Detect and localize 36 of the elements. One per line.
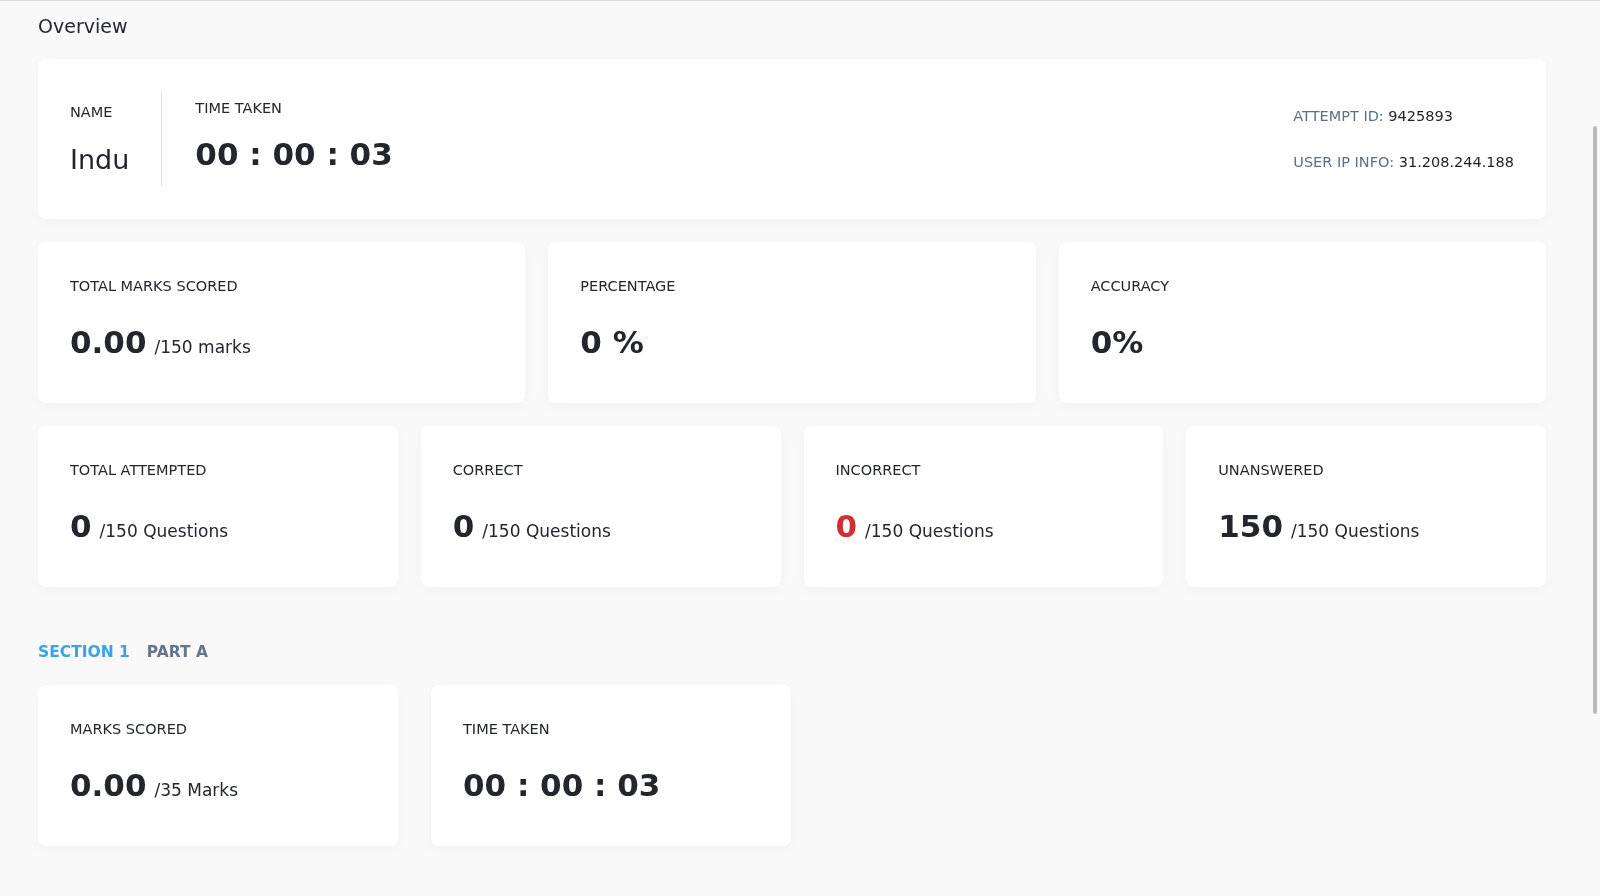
stat-label: TOTAL MARKS SCORED (70, 278, 239, 294)
stat-unit: /150 Questions (865, 521, 994, 541)
stat-unit: /150 Questions (99, 521, 229, 541)
stat-value: 0 % (580, 324, 644, 360)
stat-label: UNANSWERED (1218, 462, 1325, 478)
stat-value: 0% (1090, 324, 1144, 360)
ip-value: 31.208.244.188 (1398, 154, 1514, 170)
stat-label: MARKS SCORED (70, 721, 188, 737)
stat-value: 0 (835, 508, 858, 544)
stat-value: 0.00 (70, 324, 147, 360)
ip-label: USER IP INFO: (1293, 154, 1395, 170)
attempt-id-label: ATTEMPT ID: (1293, 108, 1384, 124)
stat-value: 0 (70, 508, 92, 544)
section-tab[interactable]: PART A (146, 643, 208, 661)
stat-label: PERCENTAGE (580, 278, 677, 294)
stat-label: INCORRECT (835, 462, 922, 478)
stat-value: 00 : 00 : 03 (463, 767, 661, 803)
user-name: Indu (70, 143, 130, 175)
stat-value: 150 (1218, 508, 1283, 544)
name-label: NAME (70, 103, 114, 120)
scrollbar[interactable] (1593, 126, 1597, 714)
stat-unit: /150 Questions (482, 521, 611, 541)
stat-label: TIME TAKEN (463, 721, 551, 737)
stat-label: TOTAL ATTEMPTED (70, 462, 208, 478)
attempt-id-value: 9425893 (1388, 108, 1453, 124)
stat-unit: /150 marks (154, 337, 251, 357)
section-tab[interactable]: SECTION 1 (38, 643, 130, 661)
stat-label: ACCURACY (1090, 278, 1171, 294)
stat-unit: /150 Questions (1290, 521, 1420, 541)
page-title: Overview (38, 15, 129, 37)
stat-label: CORRECT (452, 462, 524, 478)
stat-unit: /35 Marks (154, 780, 239, 800)
stat-value: 0.00 (70, 767, 147, 803)
time-value: 00 : 00 : 03 (195, 136, 393, 172)
stat-value: 0 (452, 508, 475, 544)
time-label: TIME TAKEN (195, 100, 283, 116)
